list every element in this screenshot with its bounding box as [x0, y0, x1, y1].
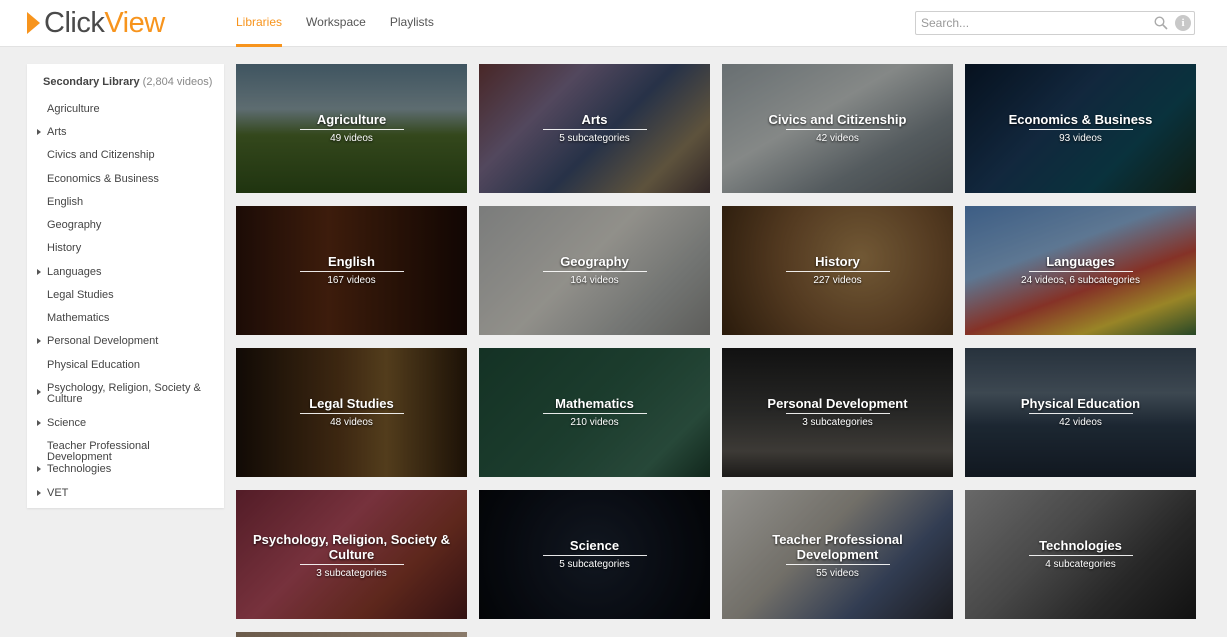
tile-partial-next-row[interactable]	[236, 632, 467, 637]
tile-technologies[interactable]: Technologies 4 subcategories	[965, 490, 1196, 619]
tile-title: Personal Development	[767, 396, 908, 411]
tile-teacher-professional-development[interactable]: Teacher Professional Development 55 vide…	[722, 490, 953, 619]
search-icon[interactable]	[1154, 16, 1168, 30]
nav-playlists[interactable]: Playlists	[390, 0, 434, 47]
tile-psychology-religion-society-culture[interactable]: Psychology, Religion, Society & Culture …	[236, 490, 467, 619]
logo-text-view: View	[104, 7, 165, 39]
nav-workspace[interactable]: Workspace	[306, 0, 366, 47]
sidebar-item-label: Psychology, Religion, Society & Culture	[47, 382, 201, 405]
tile-title: Psychology, Religion, Society & Culture	[253, 532, 450, 562]
tile-personal-development[interactable]: Personal Development 3 subcategories	[722, 348, 953, 477]
tile-title: Mathematics	[555, 396, 634, 411]
caret-right-icon[interactable]	[37, 269, 41, 275]
logo-text-click: Click	[44, 7, 105, 39]
tile-subtitle: 167 videos	[327, 275, 376, 286]
tile-title: History	[815, 254, 860, 269]
search-box: i	[915, 11, 1195, 35]
tile-science[interactable]: Science 5 subcategories	[479, 490, 710, 619]
tile-subtitle: 3 subcategories	[316, 568, 387, 579]
clickview-logo[interactable]: ClickView	[27, 8, 165, 38]
tile-english[interactable]: English 167 videos	[236, 206, 467, 335]
library-name: Secondary Library	[43, 76, 140, 88]
sidebar-item-label: Agriculture	[47, 103, 100, 115]
tile-physical-education[interactable]: Physical Education 42 videos	[965, 348, 1196, 477]
tile-title: Physical Education	[1020, 396, 1141, 411]
sidebar-item-label: English	[47, 196, 84, 208]
tile-mathematics[interactable]: Mathematics 210 videos	[479, 348, 710, 477]
sidebar-item-label: Science	[47, 417, 87, 429]
tile-agriculture[interactable]: Agriculture 49 videos	[236, 64, 467, 193]
tile-title: Technologies	[1039, 538, 1122, 553]
sidebar-item-label: Teacher Professional Development	[47, 440, 150, 463]
sidebar-item-label: Personal Development	[47, 335, 159, 347]
tile-title: English	[328, 254, 375, 269]
tile-languages[interactable]: Languages 24 videos, 6 subcategories	[965, 206, 1196, 335]
caret-right-icon[interactable]	[37, 490, 41, 496]
tile-subtitle: 227 videos	[813, 275, 862, 286]
tile-subtitle: 24 videos, 6 subcategories	[1021, 275, 1140, 286]
tile-title: Arts	[581, 112, 608, 127]
tile-title: Agriculture	[316, 112, 387, 127]
tile-title: Teacher Professional Development	[772, 532, 903, 562]
sidebar-item-label: Geography	[47, 219, 102, 231]
tile-subtitle: 49 videos	[330, 133, 373, 144]
sidebar-item-label: History	[47, 242, 82, 254]
tile-subtitle: 42 videos	[1059, 417, 1102, 428]
sidebar-item-label: VET	[47, 487, 69, 499]
tile-subtitle: 4 subcategories	[1045, 559, 1116, 570]
caret-right-icon[interactable]	[37, 466, 41, 472]
sidebar-item-label: Technologies	[47, 463, 112, 475]
library-sidebar: Secondary Library (2,804 videos) Agricul…	[27, 64, 224, 508]
tile-subtitle: 42 videos	[816, 133, 859, 144]
tile-subtitle: 5 subcategories	[559, 559, 630, 570]
search-input[interactable]	[916, 12, 1146, 34]
library-title: Secondary Library (2,804 videos)	[43, 76, 212, 88]
play-triangle-icon	[27, 12, 40, 34]
tile-civics-and-citizenship[interactable]: Civics and Citizenship 42 videos	[722, 64, 953, 193]
tile-history[interactable]: History 227 videos	[722, 206, 953, 335]
sidebar-item-label: Civics and Citizenship	[47, 149, 155, 161]
tile-title: Science	[569, 538, 620, 553]
sidebar-item-label: Languages	[47, 266, 102, 278]
tile-subtitle: 93 videos	[1059, 133, 1102, 144]
tile-subtitle: 55 videos	[816, 568, 859, 579]
tile-subtitle: 48 videos	[330, 417, 373, 428]
tile-subtitle: 5 subcategories	[559, 133, 630, 144]
tile-title: Languages	[1046, 254, 1115, 269]
top-bar: ClickView Libraries Workspace Playlists …	[0, 0, 1227, 47]
library-video-count: (2,804 videos)	[142, 76, 213, 88]
tile-arts[interactable]: Arts 5 subcategories	[479, 64, 710, 193]
sidebar-item-label: Economics & Business	[47, 173, 159, 185]
tile-title: Civics and Citizenship	[768, 112, 907, 127]
tile-economics-business[interactable]: Economics & Business 93 videos	[965, 64, 1196, 193]
caret-right-icon[interactable]	[37, 338, 41, 344]
sidebar-item-label: Physical Education	[47, 359, 140, 371]
tile-subtitle: 3 subcategories	[802, 417, 873, 428]
main-nav: Libraries Workspace Playlists	[236, 0, 458, 47]
tile-subtitle: 164 videos	[570, 275, 619, 286]
caret-right-icon[interactable]	[37, 129, 41, 135]
tile-subtitle: 210 videos	[570, 417, 619, 428]
sidebar-item-label: Arts	[47, 126, 67, 138]
sidebar-item-label: Mathematics	[47, 312, 110, 324]
caret-right-icon[interactable]	[37, 389, 41, 395]
tile-title: Geography	[560, 254, 629, 269]
tile-geography[interactable]: Geography 164 videos	[479, 206, 710, 335]
nav-libraries[interactable]: Libraries	[236, 0, 283, 47]
info-icon[interactable]: i	[1175, 15, 1191, 31]
sidebar-item-label: Legal Studies	[47, 289, 114, 301]
caret-right-icon[interactable]	[37, 420, 41, 426]
tile-title: Legal Studies	[309, 396, 394, 411]
tile-legal-studies[interactable]: Legal Studies 48 videos	[236, 348, 467, 477]
tile-title: Economics & Business	[1008, 112, 1153, 127]
